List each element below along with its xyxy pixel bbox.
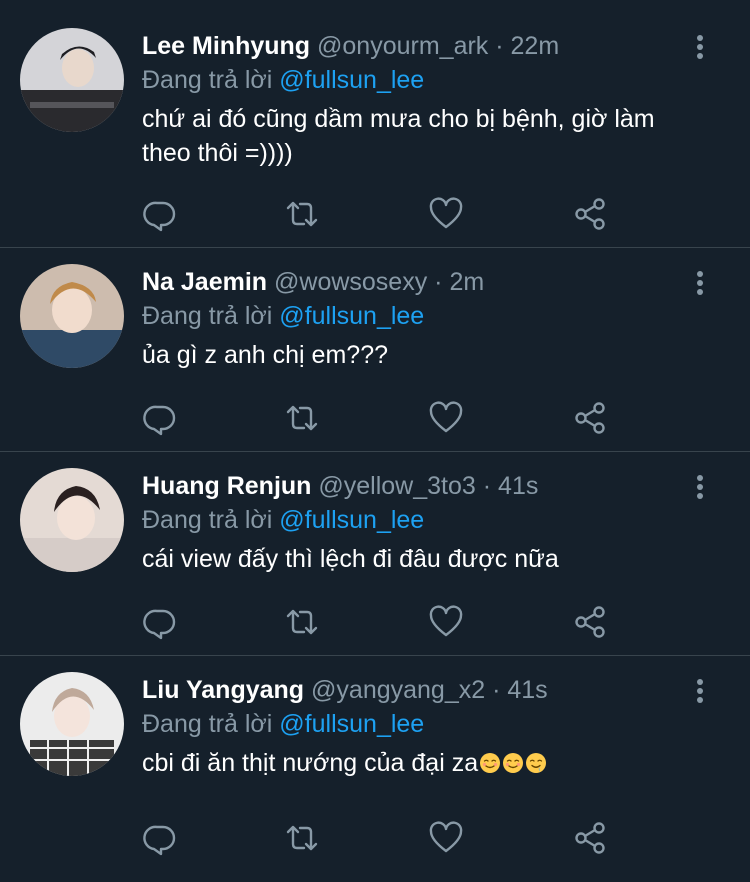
mention-link[interactable]: @fullsun_lee bbox=[279, 66, 424, 94]
avatar[interactable] bbox=[20, 672, 124, 776]
more-icon[interactable] bbox=[694, 270, 706, 296]
avatar-image bbox=[20, 468, 124, 572]
replying-to: Đang trả lời @fullsun_lee bbox=[142, 298, 690, 334]
replying-to-label: Đang trả lời bbox=[142, 302, 273, 330]
replying-to-label: Đang trả lời bbox=[142, 710, 273, 738]
replying-to-label: Đang trả lời bbox=[142, 506, 273, 534]
author-name[interactable]: Lee Minhyung bbox=[142, 32, 310, 60]
share-icon[interactable] bbox=[572, 400, 608, 436]
avatar-image bbox=[20, 28, 124, 132]
action-bar bbox=[142, 604, 612, 640]
share-icon[interactable] bbox=[572, 196, 608, 232]
author-name[interactable]: Na Jaemin bbox=[142, 268, 267, 296]
separator-dot: · bbox=[495, 32, 504, 60]
replying-to-label: Đang trả lời bbox=[142, 66, 273, 94]
share-icon[interactable] bbox=[572, 604, 608, 640]
avatar[interactable] bbox=[20, 468, 124, 572]
retweet-icon[interactable] bbox=[284, 196, 320, 232]
tweet[interactable]: Huang Renjun @yellow_3to3 · 41s Đang trả… bbox=[0, 452, 750, 656]
retweet-icon[interactable] bbox=[284, 604, 320, 640]
avatar[interactable] bbox=[20, 264, 124, 368]
tweet-text-container: cbi đi ăn thịt nướng của đại za bbox=[142, 746, 690, 780]
replying-to: Đang trả lời @fullsun_lee bbox=[142, 502, 690, 538]
replying-to: Đang trả lời @fullsun_lee bbox=[142, 706, 690, 742]
action-bar bbox=[142, 820, 612, 856]
more-icon[interactable] bbox=[694, 474, 706, 500]
like-icon[interactable] bbox=[428, 820, 464, 856]
reply-icon[interactable] bbox=[142, 820, 178, 856]
retweet-icon[interactable] bbox=[284, 400, 320, 436]
more-icon[interactable] bbox=[694, 678, 706, 704]
tweet-text: cái view đấy thì lệch đi đâu được nữa bbox=[142, 545, 559, 573]
replying-to: Đang trả lời @fullsun_lee bbox=[142, 62, 690, 98]
separator-dot: · bbox=[492, 676, 501, 704]
mention-link[interactable]: @fullsun_lee bbox=[279, 506, 424, 534]
action-bar bbox=[142, 196, 612, 232]
like-icon[interactable] bbox=[428, 196, 464, 232]
share-icon[interactable] bbox=[572, 820, 608, 856]
retweet-icon[interactable] bbox=[284, 820, 320, 856]
separator-dot: · bbox=[434, 268, 443, 296]
author-name[interactable]: Liu Yangyang bbox=[142, 676, 304, 704]
reply-icon[interactable] bbox=[142, 196, 178, 232]
timestamp[interactable]: 41s bbox=[498, 472, 538, 500]
timestamp[interactable]: 41s bbox=[507, 676, 547, 704]
separator-dot: · bbox=[482, 472, 492, 500]
timestamp[interactable]: 22m bbox=[511, 32, 560, 60]
mention-link[interactable]: @fullsun_lee bbox=[279, 302, 424, 330]
action-bar bbox=[142, 400, 612, 436]
author-handle[interactable]: @onyourm_ark bbox=[317, 32, 488, 60]
reply-icon[interactable] bbox=[142, 400, 178, 436]
author-name[interactable]: Huang Renjun bbox=[142, 472, 311, 500]
avatar-image bbox=[20, 672, 124, 776]
avatar[interactable] bbox=[20, 28, 124, 132]
tweet-text: ủa gì z anh chị em??? bbox=[142, 341, 388, 369]
tweet[interactable]: Lee Minhyung @onyourm_ark · 22m Đang trả… bbox=[0, 0, 750, 248]
avatar-image bbox=[20, 264, 124, 368]
relieved-face-emoji bbox=[503, 753, 524, 773]
author-handle[interactable]: @yellow_3to3 bbox=[318, 472, 475, 500]
reply-icon[interactable] bbox=[142, 604, 178, 640]
author-handle[interactable]: @wowsosexy bbox=[274, 268, 427, 296]
like-icon[interactable] bbox=[428, 400, 464, 436]
drooling-face-emoji bbox=[526, 753, 547, 773]
tweet-text: chứ ai đó cũng dầm mưa cho bị bệnh, giờ … bbox=[142, 105, 655, 167]
mention-link[interactable]: @fullsun_lee bbox=[279, 710, 424, 738]
more-icon[interactable] bbox=[694, 34, 706, 60]
tweet[interactable]: Na Jaemin @wowsosexy · 2m Đang trả lời @… bbox=[0, 248, 750, 452]
author-handle[interactable]: @yangyang_x2 bbox=[311, 676, 485, 704]
tweet[interactable]: Liu Yangyang @yangyang_x2 · 41s Đang trả… bbox=[0, 656, 750, 882]
like-icon[interactable] bbox=[428, 604, 464, 640]
timestamp[interactable]: 2m bbox=[449, 268, 484, 296]
tweet-text: cbi đi ăn thịt nướng của đại za bbox=[142, 749, 479, 777]
relieved-face-emoji bbox=[480, 753, 501, 773]
